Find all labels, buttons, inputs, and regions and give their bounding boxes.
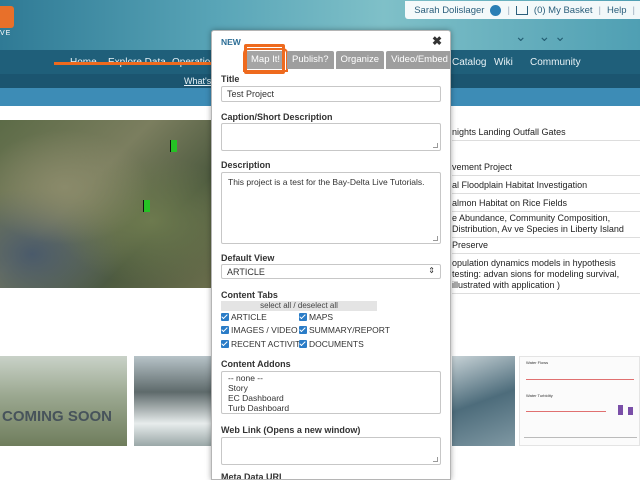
coming-soon-text: COMING SOON [2,408,113,425]
checkbox-checked-icon[interactable] [221,313,229,321]
dashboard-title: Water Turbidity [526,393,553,398]
nav-wiki[interactable]: Wiki [494,57,513,68]
nav-community[interactable]: Community [530,57,581,68]
checkbox-label: DOCUMENTS [309,339,364,349]
list-item[interactable]: nights Landing Outfall Gates [452,127,640,141]
site-logo[interactable] [0,6,14,28]
modal-title: NEW [221,37,241,47]
meta-data-label: Meta Data URL [221,472,285,480]
checkbox-article[interactable]: ARTICLE [221,312,267,322]
checkbox-label: RECENT ACTIVITY [231,339,306,349]
list-item[interactable]: almon Habitat on Rice Fields [452,198,640,212]
nav-whats-new[interactable]: What's [184,76,211,86]
addon-option[interactable]: Turb Dashboard [228,403,434,413]
thumbnail-dam[interactable] [134,356,221,446]
default-view-label: Default View [221,253,275,263]
checkbox-checked-icon[interactable] [299,326,307,334]
addon-option[interactable]: Story [228,383,434,393]
checkbox-checked-icon[interactable] [299,313,307,321]
default-view-select[interactable]: ARTICLE ⇕ [221,264,441,279]
dashboard-bar [628,407,633,415]
checkbox-checked-icon[interactable] [221,326,229,334]
dashboard-bar [618,405,623,415]
nav-catalog[interactable]: Catalog [452,57,486,68]
checkbox-maps[interactable]: MAPS [299,312,333,322]
checkbox-checked-icon[interactable] [299,340,307,348]
list-item[interactable]: e Abundance, Community Composition, Dist… [452,213,640,238]
thumbnail-dashboard[interactable]: Water Flows Water Turbidity [519,356,640,446]
site-logo-text: VE [0,30,12,37]
title-input[interactable] [221,86,441,102]
resize-handle-icon[interactable] [433,457,438,462]
checkbox-images-video[interactable]: IMAGES / VIDEO [221,325,298,335]
dashboard-table [524,437,637,445]
dashboard-title: Water Flows [526,360,549,365]
birds-decoration: ⌄ ⌄⌄ [514,28,570,44]
user-bar: Sarah Dolislager | (0) My Basket | Help … [405,1,640,19]
description-label: Description [221,160,271,170]
thumbnail-fish[interactable] [452,356,515,446]
list-item[interactable]: al Floodplain Habitat Investigation [452,180,640,194]
description-textarea[interactable]: This project is a test for the Bay-Delta… [221,172,441,244]
checkbox-label: MAPS [309,312,334,322]
map-pin[interactable] [170,140,177,152]
satellite-map[interactable] [0,120,215,288]
checkbox-label: ARTICLE [231,312,267,322]
list-item[interactable]: vement Project [452,162,640,176]
list-item[interactable]: Preserve [452,240,640,254]
help-link[interactable]: Help [607,5,627,16]
resize-handle-icon[interactable] [433,236,438,241]
tab-highlight-box [244,44,285,74]
content-tabs-label: Content Tabs [221,290,278,300]
description-text: This project is a test for the Bay-Delta… [228,177,425,187]
web-link-textarea[interactable] [221,437,441,465]
map-pin[interactable] [143,200,150,212]
select-all-toggle[interactable]: select all / deselect all [221,301,377,311]
tab-video-embed[interactable]: Video/Embed [386,51,450,69]
tab-publish[interactable]: Publish? [287,51,334,69]
select-arrows-icon: ⇕ [428,266,435,275]
checkbox-summary-report[interactable]: SUMMARY/REPORT [299,325,390,336]
addon-option[interactable]: -- none -- [228,373,434,383]
addons-label: Content Addons [221,359,291,369]
checkbox-documents[interactable]: DOCUMENTS [299,339,364,349]
basket-link[interactable]: (0) My Basket [534,5,593,16]
cart-icon [515,5,528,15]
addons-listbox[interactable]: -- none -- Story EC Dashboard Turb Dashb… [221,371,441,414]
default-view-value: ARTICLE [227,267,265,277]
tab-organize[interactable]: Organize [335,51,385,69]
checkbox-label: SUMMARY/REPORT [309,325,390,335]
new-project-modal: NEW ✖ Map It! Publish? Organize Video/Em… [211,30,451,480]
thumbnail-coming-soon[interactable]: COMING SOON [0,356,127,446]
resize-handle-icon[interactable] [433,143,438,148]
title-label: Title [221,74,240,84]
dashboard-line [526,379,634,380]
close-icon[interactable]: ✖ [432,34,442,48]
list-item[interactable]: opulation dynamics models in hypothesis … [452,258,640,294]
checkbox-checked-icon[interactable] [221,340,229,348]
gear-icon[interactable] [490,4,502,16]
user-name-link[interactable]: Sarah Dolislager [414,5,484,16]
checkbox-recent-activity[interactable]: RECENT ACTIVITY [221,339,306,349]
project-list: nights Landing Outfall Gates vement Proj… [452,120,640,295]
web-link-label: Web Link (Opens a new window) [221,425,361,435]
checkbox-label: IMAGES / VIDEO [231,325,298,335]
addon-option[interactable]: EC Dashboard [228,393,434,403]
caption-label: Caption/Short Description [221,112,333,122]
caption-textarea[interactable] [221,123,441,151]
dashboard-line [526,411,606,412]
